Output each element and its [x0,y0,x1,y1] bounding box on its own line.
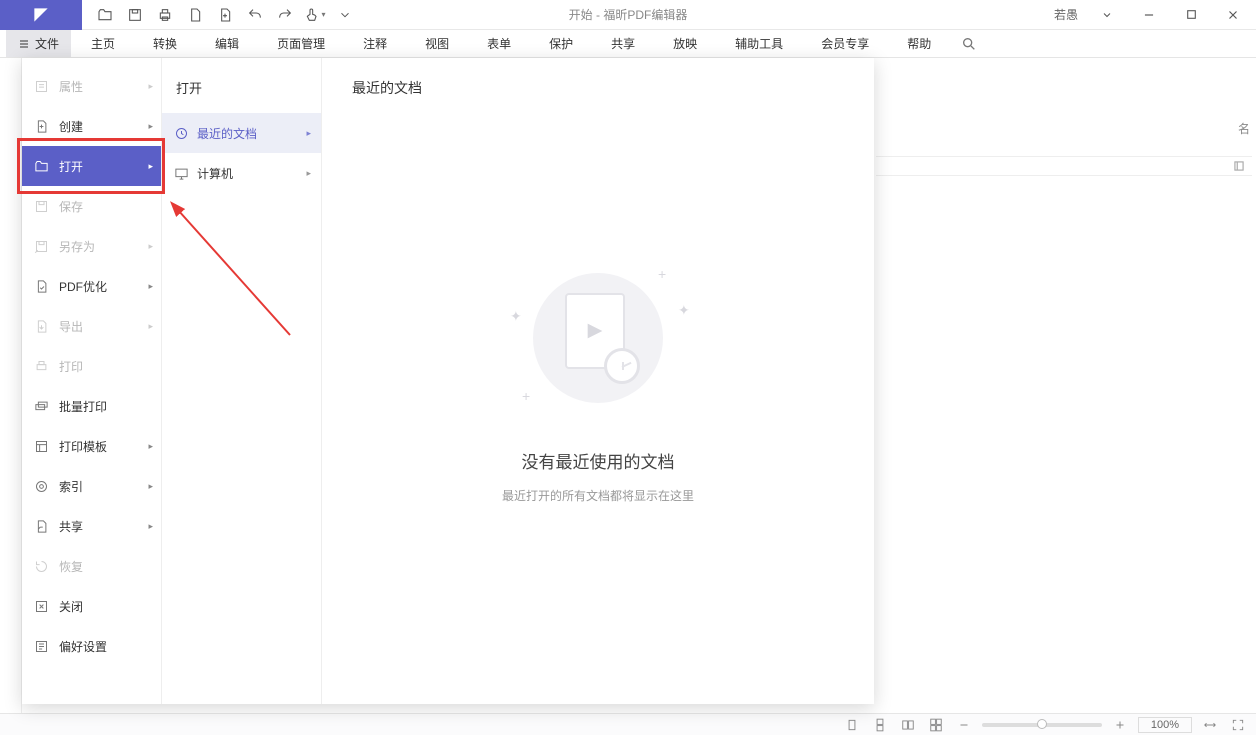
file-item-preferences[interactable]: 偏好设置 [22,626,161,666]
file-item-properties[interactable]: 属性▸ [22,66,161,106]
save-icon[interactable] [122,2,148,28]
titlebar: ▾ 开始 - 福昕PDF编辑器 若愚 [0,0,1256,30]
file-tab[interactable]: 文件 [6,30,71,57]
redo-icon[interactable] [272,2,298,28]
tab-vip[interactable]: 会员专享 [803,30,887,57]
quick-access-toolbar: ▾ [82,2,358,28]
view-single-page-icon[interactable] [842,716,862,734]
print-icon[interactable] [152,2,178,28]
open-folder-icon[interactable] [92,2,118,28]
fit-width-icon[interactable] [1200,716,1220,734]
touch-mode-icon[interactable]: ▾ [302,2,328,28]
tab-comment[interactable]: 注释 [345,30,405,57]
tab-view[interactable]: 视图 [407,30,467,57]
tab-protect[interactable]: 保护 [531,30,591,57]
user-name[interactable]: 若愚 [1050,4,1082,25]
user-dropdown-icon[interactable] [1090,2,1124,28]
tab-form[interactable]: 表单 [469,30,529,57]
zoom-value[interactable]: 100% [1138,717,1192,733]
recent-panel-title: 最近的文档 [352,78,844,98]
tab-page-manage[interactable]: 页面管理 [259,30,343,57]
tab-present[interactable]: 放映 [655,30,715,57]
zoom-out-icon[interactable] [954,716,974,734]
file-tab-label: 文件 [35,35,59,52]
empty-subtitle: 最近打开的所有文档都将显示在这里 [502,487,694,504]
zoom-in-icon[interactable] [1110,716,1130,734]
left-tool-strip [0,58,22,713]
file-item-pdf-optimize[interactable]: PDF优化▸ [22,266,161,306]
tab-convert[interactable]: 转换 [135,30,195,57]
file-item-print[interactable]: 打印 [22,346,161,386]
file-item-batch-print[interactable]: 批量打印 [22,386,161,426]
view-facing-icon[interactable] [898,716,918,734]
tab-help[interactable]: 帮助 [889,30,949,57]
file-item-create[interactable]: 创建▸ [22,106,161,146]
close-button[interactable] [1216,2,1250,28]
file-item-open[interactable]: 打开▸ [22,146,161,186]
zoom-slider[interactable] [982,723,1102,727]
ribbon-tabs: 文件 主页 转换 编辑 页面管理 注释 视图 表单 保护 共享 放映 辅助工具 … [0,30,1256,58]
empty-state: ✦ + ✦ + 没有最近使用的文档 最近打开的所有文档都将显示在这里 [322,258,874,504]
file-item-index[interactable]: 索引▸ [22,466,161,506]
view-continuous-icon[interactable] [870,716,890,734]
tab-accessibility[interactable]: 辅助工具 [717,30,801,57]
app-logo [0,0,82,30]
view-facing-continuous-icon[interactable] [926,716,946,734]
undo-icon[interactable] [242,2,268,28]
file-item-close[interactable]: 关闭 [22,586,161,626]
file-item-print-template[interactable]: 打印模板▸ [22,426,161,466]
file-menu-list: 属性▸ 创建▸ 打开▸ 保存 另存为▸ PDF优化▸ 导出▸ 打印 批量打印 打… [22,58,162,704]
open-sub-recent[interactable]: 最近的文档▸ [162,113,321,153]
qat-dropdown-icon[interactable] [332,2,358,28]
open-panel-title: 打开 [162,74,321,113]
window-title: 开始 - 福昕PDF编辑器 [569,6,688,23]
new-blank-icon[interactable] [212,2,238,28]
tab-home[interactable]: 主页 [73,30,133,57]
file-item-export[interactable]: 导出▸ [22,306,161,346]
fullscreen-icon[interactable] [1228,716,1248,734]
minimize-button[interactable] [1132,2,1166,28]
file-item-save[interactable]: 保存 [22,186,161,226]
open-sublist: 打开 最近的文档▸ 计算机▸ [162,58,322,704]
collapse-icon[interactable] [1232,159,1246,173]
background-start-page: 名 [876,58,1256,713]
column-header-name: 名 [1238,120,1250,137]
status-bar: 100% [0,713,1256,735]
tab-edit[interactable]: 编辑 [197,30,257,57]
recent-docs-panel: 最近的文档 ✦ + ✦ + 没有最近使用的文档 最近打开的所有文档都将显示在这里 [322,58,874,704]
maximize-button[interactable] [1174,2,1208,28]
open-sub-computer[interactable]: 计算机▸ [162,153,321,193]
search-icon[interactable] [959,34,979,54]
file-item-save-as[interactable]: 另存为▸ [22,226,161,266]
file-item-share[interactable]: 共享▸ [22,506,161,546]
new-doc-icon[interactable] [182,2,208,28]
empty-illustration: ✦ + ✦ + [508,258,688,418]
tab-share[interactable]: 共享 [593,30,653,57]
file-item-recover[interactable]: 恢复 [22,546,161,586]
empty-title: 没有最近使用的文档 [522,448,675,473]
file-backstage: 属性▸ 创建▸ 打开▸ 保存 另存为▸ PDF优化▸ 导出▸ 打印 批量打印 打… [22,58,874,704]
